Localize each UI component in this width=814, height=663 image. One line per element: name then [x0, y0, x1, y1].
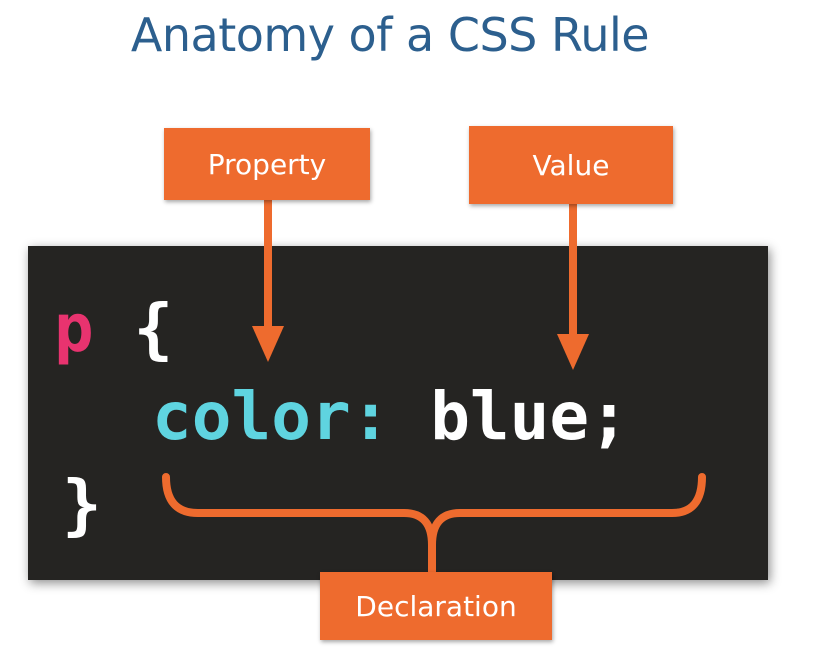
code-close-brace: } [62, 466, 102, 543]
code-colon: : [350, 378, 391, 455]
code-value: blue [430, 378, 590, 455]
declaration-callout: Declaration [320, 572, 552, 640]
slide-title: Anatomy of a CSS Rule [130, 8, 650, 62]
value-callout: Value [469, 126, 673, 204]
code-open-brace: { [133, 290, 174, 367]
code-property: color [152, 378, 351, 455]
code-line-declaration: color: blue; [152, 384, 629, 450]
property-callout: Property [164, 128, 370, 200]
code-selector: p [54, 290, 94, 367]
code-line-selector: p { [54, 296, 173, 362]
code-line-close: } [62, 472, 102, 538]
code-semicolon: ; [589, 378, 629, 455]
